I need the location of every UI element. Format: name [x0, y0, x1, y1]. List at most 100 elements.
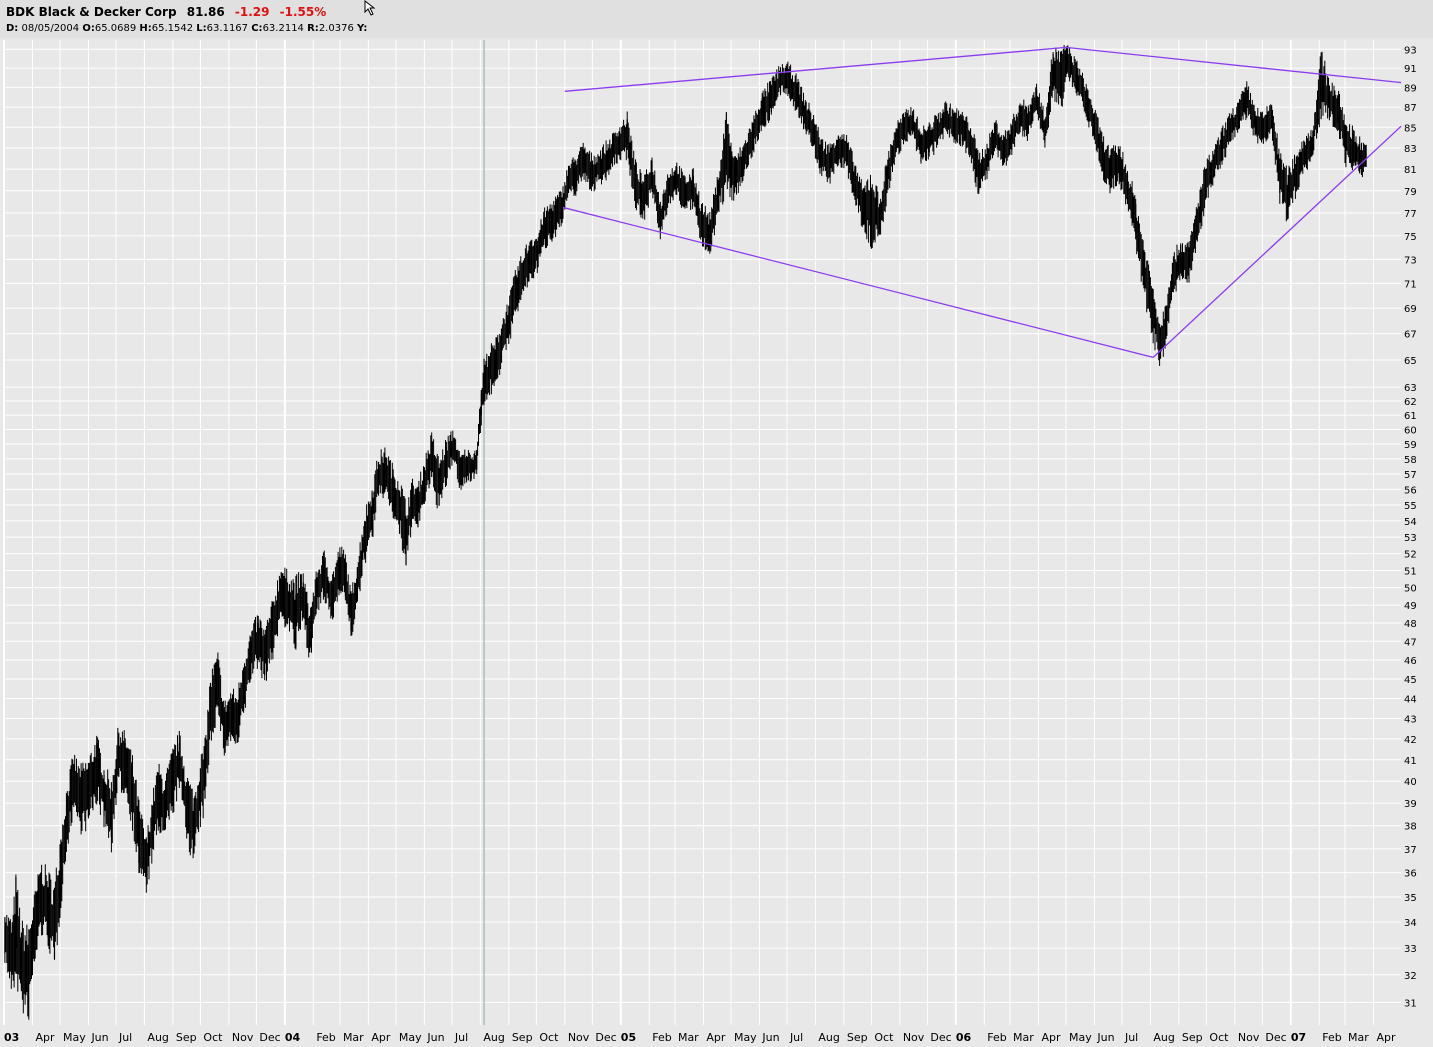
y-tick-label: 59	[1404, 440, 1417, 451]
x-tick-label: Dec	[930, 1031, 951, 1044]
x-tick-label: Nov	[903, 1031, 925, 1044]
x-tick-label: Aug	[1153, 1031, 1174, 1044]
y-tick-label: 46	[1404, 656, 1417, 667]
y-tick-label: 93	[1404, 45, 1417, 56]
y-tick-label: 36	[1404, 869, 1417, 880]
x-tick-label: Feb	[652, 1031, 671, 1044]
y-tick-label: 58	[1404, 455, 1417, 466]
x-tick-label: Jul	[789, 1031, 803, 1044]
y-tick-label: 60	[1404, 425, 1417, 436]
y-tick-label: 43	[1404, 714, 1417, 725]
x-tick-label: Mar	[1013, 1031, 1034, 1044]
y-tick-label: 38	[1404, 822, 1417, 833]
y-tick-label: 61	[1404, 411, 1417, 422]
y-tick-label: 52	[1404, 550, 1417, 561]
x-tick-label: Apr	[371, 1031, 391, 1044]
x-tick-label: Oct	[1209, 1031, 1229, 1044]
x-tick-label: 04	[285, 1031, 301, 1044]
y-tick-label: 31	[1404, 998, 1417, 1009]
x-tick-label: Nov	[1238, 1031, 1260, 1044]
y-tick-label: 69	[1404, 304, 1417, 315]
x-tick-label: May	[734, 1031, 757, 1044]
x-tick-label: Apr	[1041, 1031, 1061, 1044]
x-tick-label: Nov	[232, 1031, 254, 1044]
y-tick-label: 44	[1404, 695, 1417, 706]
x-tick-label: 06	[956, 1031, 972, 1044]
x-tick-label: Oct	[539, 1031, 559, 1044]
x-tick-label: May	[63, 1031, 86, 1044]
y-tick-label: 54	[1404, 517, 1417, 528]
x-tick-label: Dec	[259, 1031, 280, 1044]
y-tick-label: 57	[1404, 470, 1417, 481]
y-tick-label: 55	[1404, 501, 1417, 512]
x-tick-label: Sep	[176, 1031, 197, 1044]
y-tick-label: 56	[1404, 485, 1417, 496]
y-tick-label: 51	[1404, 566, 1417, 577]
y-tick-label: 65	[1404, 356, 1417, 367]
x-tick-label: Mar	[343, 1031, 364, 1044]
y-tick-label: 89	[1404, 83, 1417, 94]
y-tick-label: 53	[1404, 533, 1417, 544]
y-tick-label: 85	[1404, 123, 1417, 134]
x-tick-label: Jun	[761, 1031, 779, 1044]
y-tick-label: 62	[1404, 397, 1417, 408]
x-tick-label: Nov	[568, 1031, 590, 1044]
y-tick-label: 67	[1404, 330, 1417, 341]
x-tick-label: May	[399, 1031, 422, 1044]
y-tick-label: 35	[1404, 893, 1417, 904]
x-tick-label: Feb	[987, 1031, 1006, 1044]
x-tick-label: 05	[621, 1031, 636, 1044]
x-tick-label: May	[1069, 1031, 1092, 1044]
x-tick-label: Sep	[512, 1031, 533, 1044]
x-tick-label: Dec	[595, 1031, 616, 1044]
x-tick-label: Oct	[874, 1031, 894, 1044]
x-tick-label: Apr	[706, 1031, 726, 1044]
y-tick-label: 33	[1404, 944, 1417, 955]
y-tick-label: 41	[1404, 756, 1417, 767]
x-tick-label: Feb	[316, 1031, 335, 1044]
y-tick-label: 49	[1404, 601, 1417, 612]
x-tick-label: Jun	[426, 1031, 444, 1044]
y-tick-label: 79	[1404, 187, 1417, 198]
y-tick-label: 87	[1404, 103, 1417, 114]
y-tick-label: 73	[1404, 255, 1417, 266]
y-tick-label: 37	[1404, 845, 1417, 856]
y-tick-label: 81	[1404, 165, 1417, 176]
x-tick-label: Apr	[35, 1031, 55, 1044]
x-tick-label: Sep	[847, 1031, 868, 1044]
x-tick-label: Jul	[454, 1031, 468, 1044]
price-chart[interactable]: 03 Apr May Jun Jul Aug Sep Oct Nov Dec 04 Feb Mar Apr…	[0, 0, 1433, 1047]
x-tick-label: Mar	[678, 1031, 699, 1044]
x-tick-label: 07	[1291, 1031, 1306, 1044]
x-tick-label: Oct	[203, 1031, 223, 1044]
mouse-cursor-icon	[364, 0, 376, 16]
x-tick-label: Feb	[1322, 1031, 1341, 1044]
y-tick-label: 75	[1404, 232, 1417, 243]
y-tick-label: 40	[1404, 777, 1417, 788]
y-tick-label: 83	[1404, 144, 1417, 155]
x-tick-label: Jul	[118, 1031, 132, 1044]
y-tick-label: 39	[1404, 799, 1417, 810]
y-tick-label: 71	[1404, 279, 1417, 290]
y-tick-label: 47	[1404, 637, 1417, 648]
x-tick-label: Jul	[1124, 1031, 1138, 1044]
y-tick-label: 45	[1404, 675, 1417, 686]
x-tick-label: Mar	[1348, 1031, 1369, 1044]
y-tick-label: 32	[1404, 971, 1417, 982]
x-tick-label: Aug	[818, 1031, 839, 1044]
y-tick-label: 50	[1404, 584, 1417, 595]
x-tick-label: Aug	[483, 1031, 504, 1044]
y-tick-label: 42	[1404, 735, 1417, 746]
y-tick-label: 34	[1404, 918, 1417, 929]
y-tick-label: 63	[1404, 383, 1417, 394]
x-tick-label: 03	[4, 1031, 19, 1044]
y-tick-label: 91	[1404, 64, 1417, 75]
x-tick-label: Jun	[1096, 1031, 1114, 1044]
chart-grid	[0, 40, 1433, 1047]
x-tick-label: Apr	[1376, 1031, 1396, 1044]
x-tick-label: Dec	[1265, 1031, 1286, 1044]
x-tick-label: Aug	[147, 1031, 168, 1044]
x-tick-label: Jun	[90, 1031, 108, 1044]
y-tick-label: 77	[1404, 209, 1417, 220]
y-tick-label: 48	[1404, 619, 1417, 630]
